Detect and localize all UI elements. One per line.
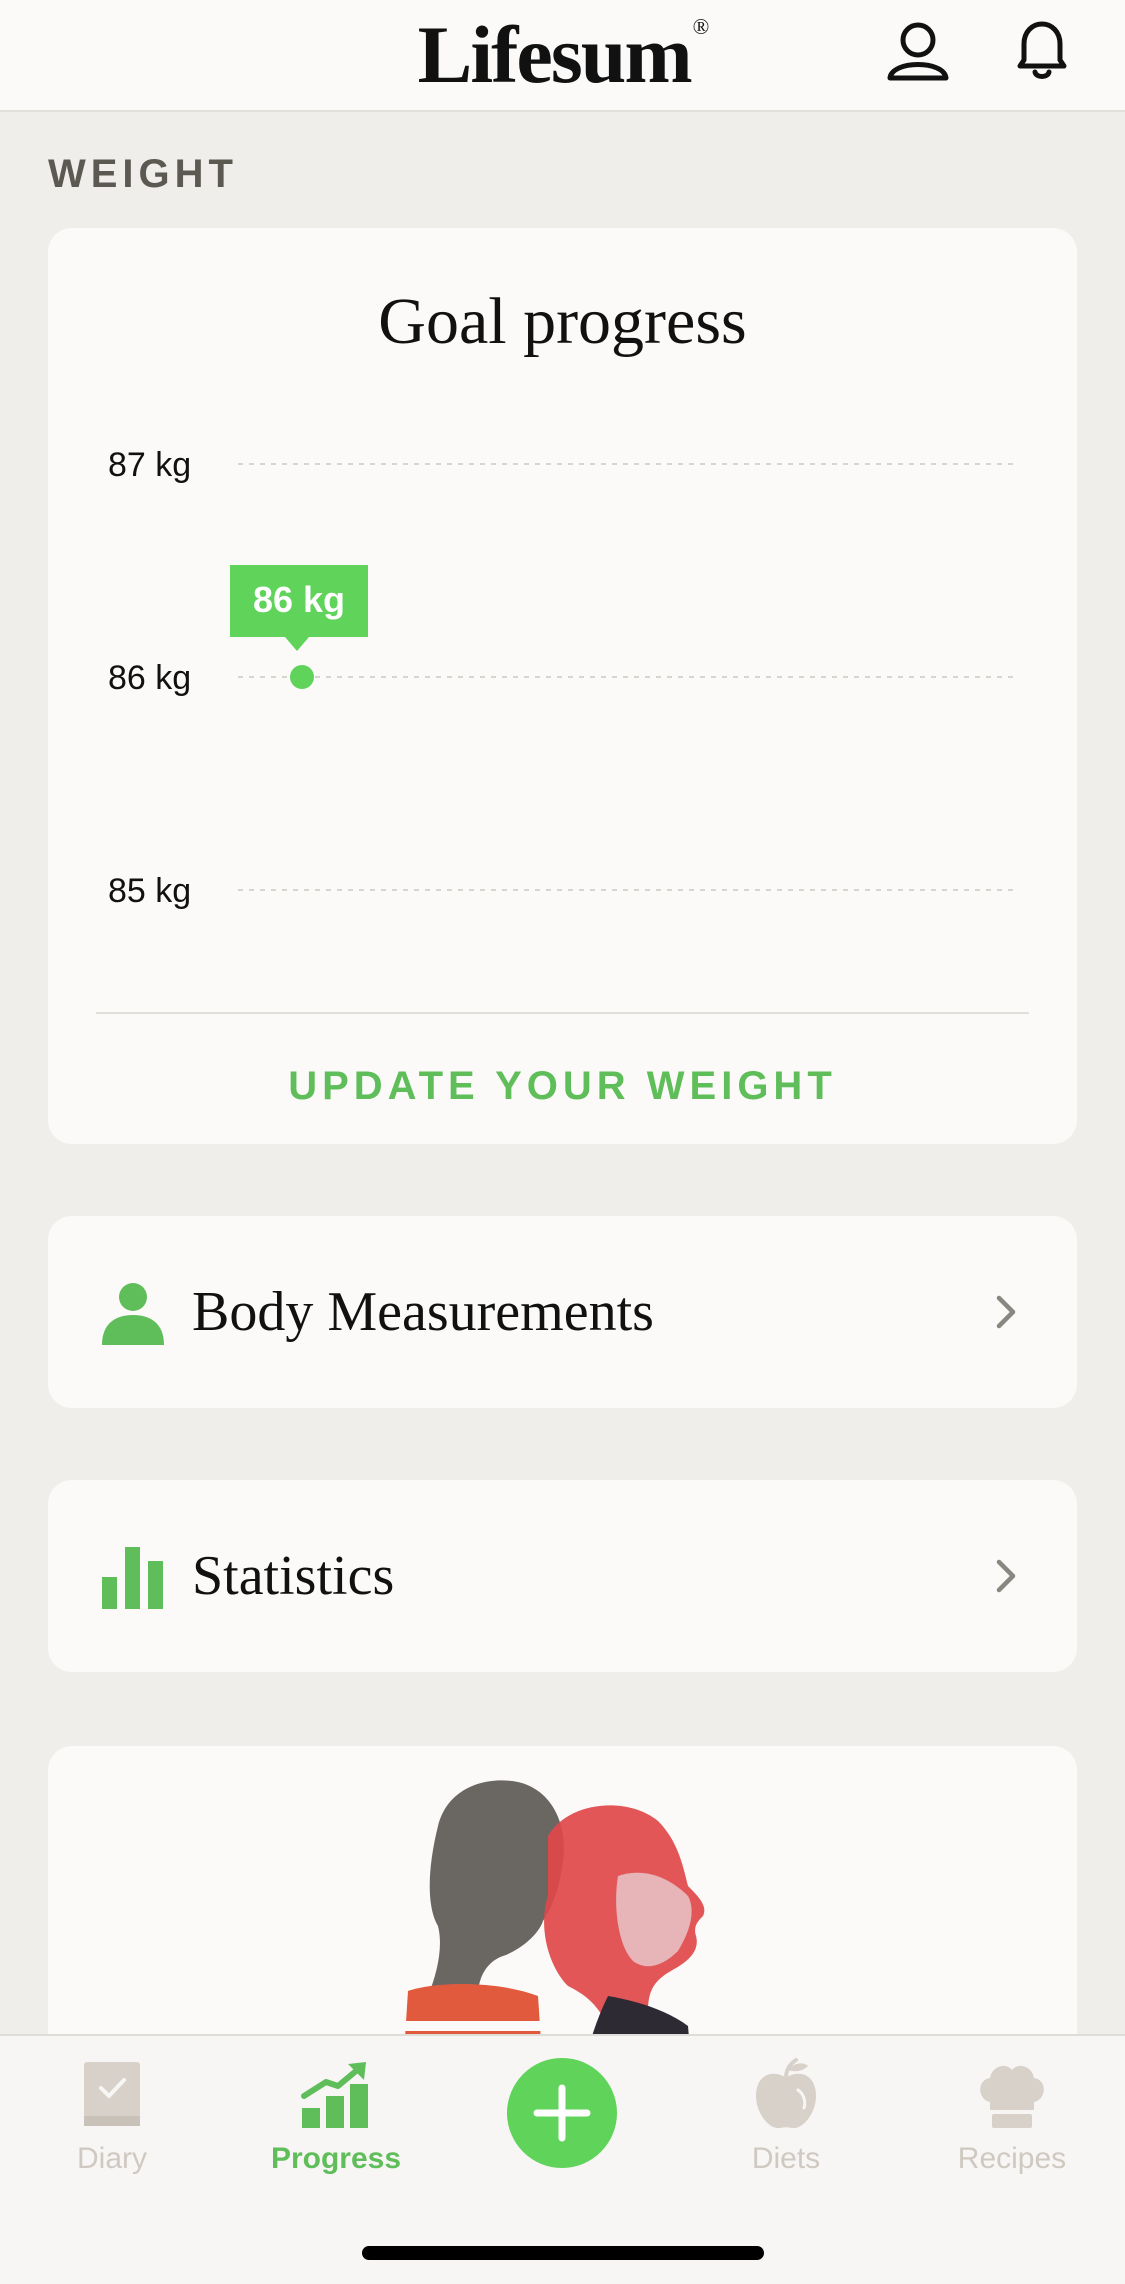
nav-diets[interactable]: Diets — [686, 2056, 886, 2176]
body-measurements-label: Body Measurements — [192, 1281, 654, 1343]
person-icon — [102, 1283, 164, 1345]
weight-tooltip-label: 86 kg — [253, 579, 345, 620]
statistics-card[interactable]: Statistics — [48, 1480, 1077, 1672]
home-indicator — [362, 2246, 764, 2260]
weight-chart: 87 kg 86 kg 85 kg 86 kg — [108, 446, 1014, 910]
diary-book-icon — [84, 2062, 140, 2126]
brand-name: Lifesum — [417, 9, 693, 100]
plus-icon — [533, 2084, 591, 2142]
progress-chart-icon — [301, 2062, 368, 2128]
y-tick-label: 86 kg — [108, 659, 191, 697]
registered-mark: ® — [692, 14, 710, 39]
nav-diary[interactable]: Diary — [12, 2056, 212, 2176]
chevron-right-icon — [996, 1295, 1016, 1329]
statistics-label: Statistics — [192, 1545, 395, 1607]
bell-icon[interactable] — [1006, 14, 1078, 86]
chevron-right-icon — [996, 1559, 1016, 1593]
profile-icon[interactable] — [882, 14, 954, 86]
app-header: Lifesum® — [0, 0, 1125, 112]
weight-data-point[interactable] — [290, 665, 314, 689]
nav-label-diary: Diary — [76, 2142, 147, 2175]
add-button[interactable] — [507, 2058, 617, 2168]
apple-icon — [756, 2058, 816, 2129]
nav-label-progress: Progress — [270, 2142, 402, 2175]
goal-progress-card: Goal progress 87 kg 86 kg 85 kg 86 kg UPDAT… — [48, 228, 1077, 1144]
section-title-weight: WEIGHT — [48, 152, 238, 196]
bar-chart-icon — [102, 1547, 163, 1609]
y-tick-label: 85 kg — [108, 872, 191, 910]
nav-label-diets: Diets — [751, 2142, 821, 2175]
nav-label-recipes: Recipes — [957, 2142, 1067, 2175]
brand-logo: Lifesum® — [0, 8, 1125, 102]
y-tick-label: 87 kg — [108, 446, 191, 484]
nav-recipes[interactable]: Recipes — [912, 2056, 1112, 2176]
nav-progress[interactable]: Progress — [236, 2056, 436, 2176]
chef-hat-icon — [980, 2065, 1044, 2128]
body-measurements-card[interactable]: Body Measurements — [48, 1216, 1077, 1408]
card-divider — [96, 1012, 1029, 1014]
update-weight-button[interactable]: UPDATE YOUR WEIGHT — [48, 1036, 1077, 1136]
